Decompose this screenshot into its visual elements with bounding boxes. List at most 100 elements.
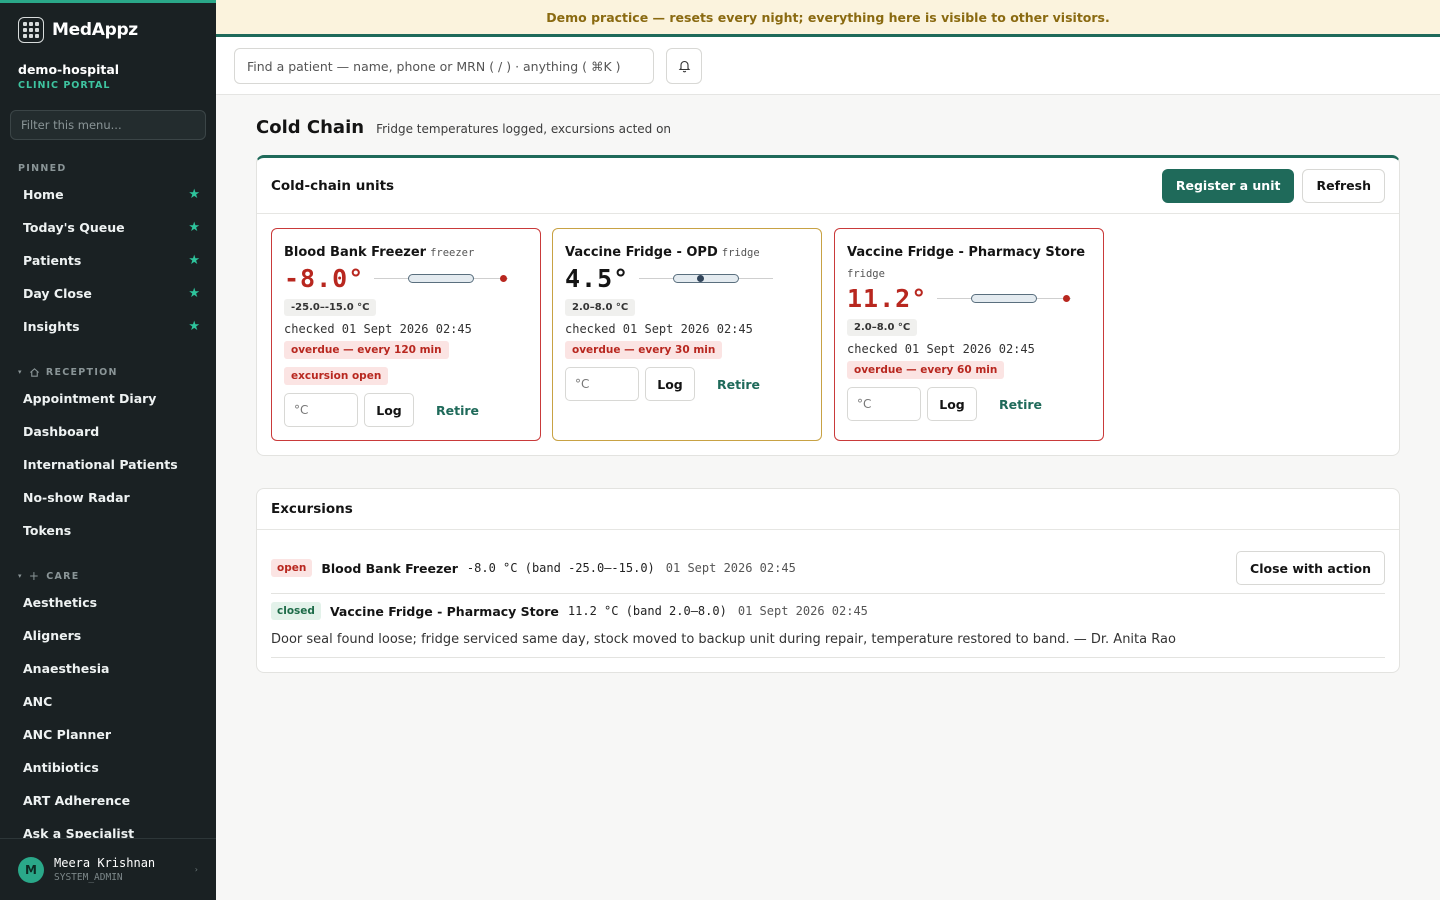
excursion-resolution-note: Door seal found loose; fridge serviced s… — [271, 632, 1176, 647]
sidebar-item-anaesthesia[interactable]: Anaesthesia — [0, 652, 216, 685]
status-badge: open — [271, 559, 313, 577]
sidebar-item-label: Anaesthesia — [23, 661, 110, 676]
sidebar-item-antibiotics[interactable]: Antibiotics — [0, 751, 216, 784]
brand-name: MedAppz — [52, 20, 138, 40]
chevron-right-icon: › — [194, 865, 198, 874]
user-menu[interactable]: M Meera Krishnan SYSTEM_ADMIN › — [0, 838, 216, 900]
card-actions: Register a unit Refresh — [1161, 168, 1385, 203]
sidebar-item-label: ANC — [23, 694, 53, 709]
overdue-badge: overdue — every 120 min — [284, 341, 449, 359]
unit-kind: fridge — [847, 268, 885, 280]
gauge-band — [408, 273, 475, 283]
reception-section-toggle[interactable]: ▾ RECEPTION — [0, 364, 216, 380]
unit-reading: -8.0° — [284, 264, 365, 293]
sidebar-item-label: Patients — [23, 253, 82, 268]
sidebar-item-dashboard[interactable]: Dashboard — [0, 415, 216, 448]
excursion-unit: Vaccine Fridge - Pharmacy Store — [329, 603, 559, 619]
temperature-input[interactable] — [847, 387, 921, 421]
sidebar-item-anc[interactable]: ANC — [0, 685, 216, 718]
unit-card-vaccine-fridge-pharmacy-store: Vaccine Fridge - Pharmacy Store fridge 1… — [834, 228, 1104, 441]
demo-banner: Demo practice — resets every night; ever… — [216, 0, 1440, 37]
row-divider — [271, 657, 1385, 658]
bell-icon — [678, 60, 690, 73]
cold-chain-units-card: Cold-chain units Register a unit Refresh… — [256, 155, 1400, 456]
card-header: Cold-chain units Register a unit Refresh — [257, 158, 1399, 214]
unit-last-checked: checked 01 Sept 2026 02:45 — [284, 322, 472, 336]
sidebar-item-label: Dashboard — [23, 424, 100, 439]
log-button[interactable]: Log — [927, 387, 977, 421]
star-icon[interactable]: ★ — [188, 286, 200, 301]
sidebar-item-label: Day Close — [23, 286, 92, 301]
medappz-logo-icon — [18, 17, 44, 43]
log-button[interactable]: Log — [364, 393, 414, 427]
sidebar-item-aligners[interactable]: Aligners — [0, 619, 216, 652]
sidebar-item-label: Home — [23, 187, 64, 202]
gauge-band — [971, 293, 1038, 303]
star-icon[interactable]: ★ — [188, 319, 200, 334]
excursion-row: open Blood Bank Freezer -8.0 °C (band -2… — [271, 551, 1385, 585]
unit-last-checked: checked 01 Sept 2026 02:45 — [565, 322, 753, 336]
sidebar-item-aesthetics[interactable]: Aesthetics — [0, 586, 216, 619]
page-subtitle: Fridge temperatures logged, excursions a… — [376, 122, 672, 136]
sidebar-item-patients[interactable]: Patients ★ — [0, 244, 216, 277]
sidebar-item-label: No-show Radar — [23, 490, 130, 505]
sidebar-item-label: International Patients — [23, 457, 178, 472]
gauge-reading-dot — [1063, 294, 1071, 302]
retire-link[interactable]: Retire — [999, 397, 1042, 412]
sidebar-item-label: ANC Planner — [23, 727, 111, 742]
plus-icon: + — [28, 569, 41, 583]
sidebar-item-appointment-diary[interactable]: Appointment Diary — [0, 382, 216, 415]
register-unit-button[interactable]: Register a unit — [1161, 168, 1295, 203]
excursion-row: closed Vaccine Fridge - Pharmacy Store 1… — [271, 602, 1385, 620]
star-icon[interactable]: ★ — [188, 187, 200, 202]
excursion-badge: excursion open — [284, 367, 389, 385]
temperature-band-gauge — [374, 272, 509, 286]
refresh-button[interactable]: Refresh — [1302, 168, 1385, 203]
notifications-button[interactable] — [666, 48, 702, 84]
unit-name: Blood Bank Freezer — [284, 245, 427, 260]
user-name: Meera Krishnan — [54, 856, 156, 870]
org-name: demo-hospital — [18, 62, 120, 77]
excursion-value: -8.0 °C (band -25.0–-15.0) — [466, 561, 655, 575]
unit-band-range: -25.0–-15.0 °C — [284, 299, 377, 316]
sidebar-item-todays-queue[interactable]: Today's Queue ★ — [0, 211, 216, 244]
excursion-unit: Blood Bank Freezer — [321, 560, 458, 576]
sidebar-item-home[interactable]: Home ★ — [0, 178, 216, 211]
unit-last-checked: checked 01 Sept 2026 02:45 — [847, 342, 1035, 356]
care-section-toggle[interactable]: ▾ + CARE — [0, 568, 216, 584]
sidebar-item-no-show-radar[interactable]: No-show Radar — [0, 481, 216, 514]
temperature-input[interactable] — [565, 367, 639, 401]
status-badge: closed — [271, 602, 321, 620]
sidebar-item-day-close[interactable]: Day Close ★ — [0, 277, 216, 310]
excursion-time: 01 Sept 2026 02:45 — [665, 561, 796, 575]
temperature-band-gauge — [639, 272, 774, 286]
row-divider — [271, 593, 1385, 594]
retire-link[interactable]: Retire — [436, 403, 479, 418]
sidebar-item-label: Aligners — [23, 628, 82, 643]
avatar: M — [18, 856, 44, 883]
sidebar-item-tokens[interactable]: Tokens — [0, 514, 216, 547]
sidebar-item-label: Appointment Diary — [23, 391, 157, 406]
unit-name: Vaccine Fridge - OPD — [565, 245, 718, 260]
unit-kind: fridge — [721, 247, 760, 259]
sidebar-item-label: ART Adherence — [23, 793, 131, 808]
sidebar-item-art-adherence[interactable]: ART Adherence — [0, 784, 216, 817]
sidebar-item-insights[interactable]: Insights ★ — [0, 310, 216, 343]
sidebar-item-anc-planner[interactable]: ANC Planner — [0, 718, 216, 751]
star-icon[interactable]: ★ — [188, 220, 200, 235]
star-icon[interactable]: ★ — [188, 253, 200, 268]
main-content: Cold Chain Fridge temperatures logged, e… — [216, 95, 1440, 900]
patient-search-input[interactable] — [234, 48, 654, 84]
user-role: SYSTEM_ADMIN — [54, 872, 123, 883]
close-with-action-button[interactable]: Close with action — [1236, 551, 1385, 585]
temperature-input[interactable] — [284, 393, 358, 427]
chevron-down-icon: ▾ — [18, 572, 23, 580]
menu-filter-input[interactable]: Filter this menu... — [10, 110, 206, 140]
card-title: Excursions — [271, 501, 353, 517]
retire-link[interactable]: Retire — [717, 377, 760, 392]
sidebar-item-international-patients[interactable]: International Patients — [0, 448, 216, 481]
log-button[interactable]: Log — [645, 367, 695, 401]
page-title: Cold Chain — [256, 117, 365, 138]
brand[interactable]: MedAppz — [0, 3, 216, 43]
excursions-card: Excursions open Blood Bank Freezer -8.0 … — [256, 488, 1400, 673]
